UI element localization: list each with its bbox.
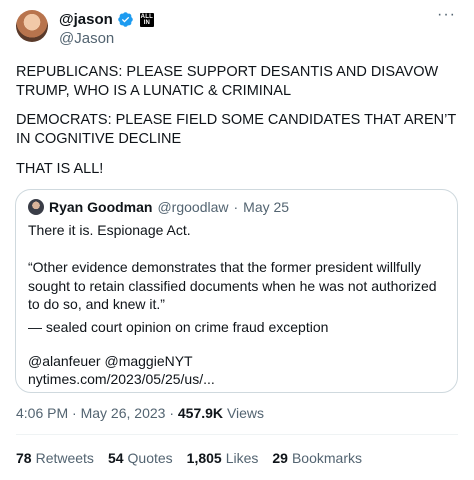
quoted-link[interactable]: nytimes.com/2023/05/25/us/...	[28, 370, 448, 389]
retweets-stat[interactable]: 78 Retweets	[16, 450, 94, 466]
author-display-name[interactable]: @jason	[59, 11, 113, 28]
quoted-tweet-header: Ryan Goodman @rgoodlaw · May 25	[28, 199, 289, 215]
timestamp-separator: ·	[72, 405, 77, 421]
bookmarks-stat[interactable]: 29 Bookmarks	[272, 450, 362, 466]
quotes-count: 54	[107, 450, 124, 466]
quoted-tweet[interactable]: Ryan Goodman @rgoodlaw · May 25 There it…	[15, 189, 458, 393]
tweet-text-line-1: REPUBLICANS: PLEASE SUPPORT DESANTIS AND…	[16, 64, 439, 99]
tweet-time[interactable]: 4:06 PM	[16, 405, 68, 421]
quoted-text-line: — sealed court opinion on crime fraud ex…	[28, 319, 329, 335]
author-handle[interactable]: @Jason	[59, 30, 114, 47]
retweets-label: Retweets	[35, 450, 94, 466]
verified-badge-icon	[118, 12, 133, 27]
quotes-label: Quotes	[127, 450, 173, 466]
tweet-date[interactable]: May 26, 2023	[81, 405, 166, 421]
quoted-author-handle: @rgoodlaw	[157, 199, 229, 215]
quoted-author-name: Ryan Goodman	[49, 199, 153, 215]
timestamp-separator: ·	[169, 405, 174, 421]
retweets-count: 78	[16, 450, 32, 466]
likes-label: Likes	[225, 450, 259, 466]
tweet-text-line-3: THAT IS ALL!	[16, 161, 104, 177]
divider	[16, 434, 458, 435]
likes-stat[interactable]: 1,805 Likes	[187, 450, 259, 466]
quotes-stat[interactable]: 54 Quotes	[108, 450, 173, 466]
quoted-text-line: There it is. Espionage Act.	[28, 222, 191, 238]
views-label: Views	[226, 405, 265, 421]
author-avatar[interactable]	[16, 10, 48, 42]
views-count: 457.9K	[177, 405, 224, 421]
tweet-text-line-2: DEMOCRATS: PLEASE FIELD SOME CANDIDATES …	[16, 112, 456, 147]
more-options-icon[interactable]: ···	[437, 6, 456, 24]
tweet-timestamp: 4:06 PM · May 26, 2023 · 457.9K Views	[16, 405, 264, 421]
bookmarks-label: Bookmarks	[291, 450, 362, 466]
quoted-author-avatar	[28, 199, 44, 215]
quoted-separator: ·	[233, 199, 239, 215]
bookmarks-count: 29	[272, 450, 288, 466]
quoted-text-line: “Other evidence demonstrates that the fo…	[28, 259, 437, 312]
affiliate-badge[interactable]: ALL IN	[139, 12, 154, 27]
quoted-mentions: @alanfeuer @maggieNYT	[28, 353, 193, 369]
author-name-row: @jason ALL IN	[59, 11, 154, 28]
engagement-stats: 78 Retweets 54 Quotes 1,805 Likes 29 Bookmar…	[16, 450, 362, 466]
tweet: @jason ALL IN @Jason ··· REPUBLICANS: PL…	[0, 0, 474, 480]
likes-count: 1,805	[186, 450, 222, 466]
quoted-date: May 25	[243, 199, 290, 215]
